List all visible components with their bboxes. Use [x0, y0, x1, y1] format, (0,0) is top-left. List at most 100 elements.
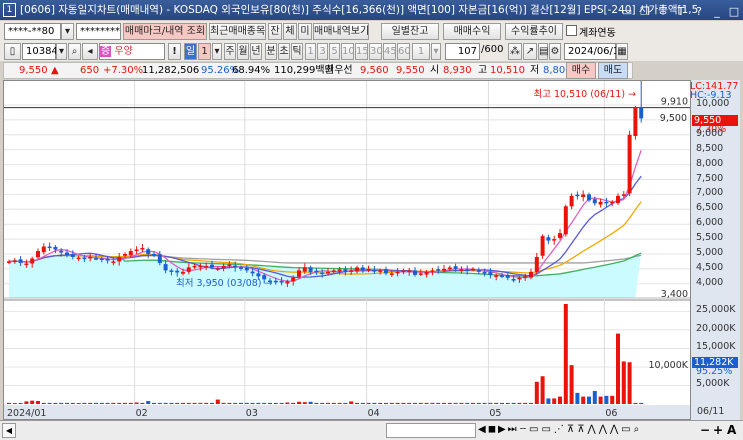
- unfilled-button[interactable]: 미: [298, 23, 312, 40]
- volume-bar: [76, 403, 81, 404]
- interval-30-button[interactable]: 30: [369, 43, 383, 60]
- account-dropdown-icon[interactable]: ▾: [61, 23, 74, 40]
- recent-trades-button[interactable]: 최근매매종목: [209, 23, 266, 40]
- settings-icon[interactable]: ⚙: [549, 43, 561, 60]
- volume-bar: [30, 400, 35, 404]
- candle-body: [389, 273, 394, 275]
- auto-scale-icon[interactable]: A: [727, 423, 736, 437]
- volume-bar: [598, 396, 603, 404]
- price-volume-chart[interactable]: 최고 10,510 (06/11) → 최저 3,950 (03/08) → 9,9…: [4, 81, 691, 419]
- text-icon[interactable]: T: [674, 2, 688, 20]
- interval-1-button[interactable]: 1: [305, 43, 316, 60]
- date-axis: [4, 405, 691, 419]
- interval-45-button[interactable]: 45: [383, 43, 397, 60]
- chart-tool-icons[interactable]: ┄▭▭⋰⊼⊼⋀⋀⋀▭⌕: [520, 424, 642, 435]
- zoom-in-icon[interactable]: +: [713, 423, 723, 437]
- account-link-checkbox[interactable]: [566, 25, 577, 36]
- volume-bar: [18, 402, 23, 404]
- period-count[interactable]: 1: [198, 43, 211, 60]
- balance-button[interactable]: 잔: [268, 23, 282, 40]
- code-dropdown-icon[interactable]: ▾: [56, 43, 67, 60]
- scroll-thumb[interactable]: [386, 423, 476, 438]
- trade-history-button[interactable]: 매매내역보기: [313, 23, 369, 40]
- candle-body: [331, 270, 336, 272]
- help-icon[interactable]: ?: [692, 2, 706, 20]
- period-minute-button[interactable]: 분: [265, 43, 277, 60]
- high-label: 고: [478, 65, 488, 76]
- candle-body: [152, 254, 156, 256]
- candle-body: [366, 268, 371, 271]
- candle-count-input[interactable]: 107: [445, 43, 480, 60]
- interval-5-button[interactable]: 5: [329, 43, 340, 60]
- filled-button[interactable]: 체: [283, 23, 297, 40]
- price-axis-label: 5,500: [696, 232, 724, 244]
- copy-icon[interactable]: ❐: [638, 2, 652, 20]
- volume-bar: [610, 395, 615, 404]
- period-dropdown-icon[interactable]: ▾: [212, 43, 222, 60]
- volume-bar: [128, 402, 133, 404]
- buy-button[interactable]: 매수: [566, 62, 596, 79]
- volume-bar: [407, 402, 412, 404]
- speaker-icon[interactable]: ◂: [82, 43, 98, 60]
- maximize-icon[interactable]: □: [727, 2, 741, 20]
- interval-15-button[interactable]: 15: [355, 43, 369, 60]
- playback-controls[interactable]: ◀◼▶⏭: [478, 424, 519, 435]
- volume-bar: [633, 402, 638, 404]
- sell-button[interactable]: 매도: [598, 62, 628, 79]
- candle-body: [291, 277, 296, 282]
- save-icon[interactable]: ▤: [538, 43, 548, 60]
- candle-body: [494, 275, 499, 277]
- period-tick-button[interactable]: 틱: [291, 43, 303, 60]
- window-number: 1: [3, 3, 16, 17]
- indicator-icon[interactable]: ⁂: [508, 43, 522, 60]
- profit-trend-button[interactable]: 수익률추이: [505, 23, 563, 40]
- period-week-button[interactable]: 주: [224, 43, 236, 60]
- price-axis-label: 8,500: [696, 142, 724, 154]
- date-input[interactable]: 2024/06/11: [564, 43, 626, 60]
- best-ask: 9,560: [360, 65, 389, 76]
- interval-custom[interactable]: 1: [412, 43, 430, 60]
- zoom-out-icon[interactable]: −: [700, 423, 710, 437]
- period-day-button[interactable]: 일: [184, 43, 197, 60]
- candle-body: [221, 265, 226, 269]
- chart-area[interactable]: 최고 10,510 (06/11) → 최저 3,950 (03/08) → 9,9…: [3, 80, 740, 420]
- candle-body: [117, 256, 122, 262]
- alert-button[interactable]: !: [168, 43, 181, 60]
- scroll-left-icon[interactable]: ◀: [2, 423, 16, 438]
- stock-panel-icon[interactable]: ▯: [4, 43, 21, 60]
- candle-body: [210, 264, 214, 268]
- period-month-button[interactable]: 월: [237, 43, 249, 60]
- candle-body: [12, 260, 17, 263]
- volume-bar: [418, 402, 423, 404]
- minimize-icon[interactable]: _: [710, 2, 724, 20]
- candle-body: [558, 233, 562, 238]
- interval-60-button[interactable]: 60: [397, 43, 411, 60]
- interval-dropdown-icon[interactable]: ▾: [431, 43, 441, 60]
- pin-icon[interactable]: ⊤: [656, 2, 670, 20]
- trade-profit-button[interactable]: 매매수익: [443, 23, 501, 40]
- candle-body: [523, 276, 528, 278]
- open-label: 시: [430, 65, 440, 76]
- account-select[interactable]: ****-**80: [4, 23, 61, 40]
- search-icon[interactable]: ⌕: [68, 43, 81, 60]
- volume-bar: [215, 399, 220, 404]
- restore-icon[interactable]: ▭: [620, 2, 634, 20]
- candle-body: [633, 107, 638, 136]
- stock-name-field[interactable]: 증 우양: [99, 43, 165, 60]
- volume-bar: [558, 396, 562, 404]
- period-year-button[interactable]: 년: [250, 43, 262, 60]
- chart-scrollbar[interactable]: ◀ ◀◼▶⏭ ┄▭▭⋰⊼⊼⋀⋀⋀▭⌕ − + A: [0, 420, 743, 440]
- daily-balance-button[interactable]: 일별잔고: [381, 23, 439, 40]
- volume-bar: [262, 402, 267, 404]
- stock-code-input[interactable]: 103840: [22, 43, 64, 60]
- volume: 11,282,506: [142, 65, 200, 76]
- calendar-icon[interactable]: ▦: [616, 43, 628, 60]
- trade-mark-query-button[interactable]: 매매마크/내역 조회: [123, 23, 207, 40]
- interval-3-button[interactable]: 3: [317, 43, 328, 60]
- period-second-button[interactable]: 초: [278, 43, 290, 60]
- candle-body: [308, 267, 313, 272]
- password-field[interactable]: ********: [76, 23, 121, 40]
- add-line-icon[interactable]: ↗: [523, 43, 537, 60]
- candle-body: [453, 266, 458, 269]
- interval-10-button[interactable]: 10: [341, 43, 355, 60]
